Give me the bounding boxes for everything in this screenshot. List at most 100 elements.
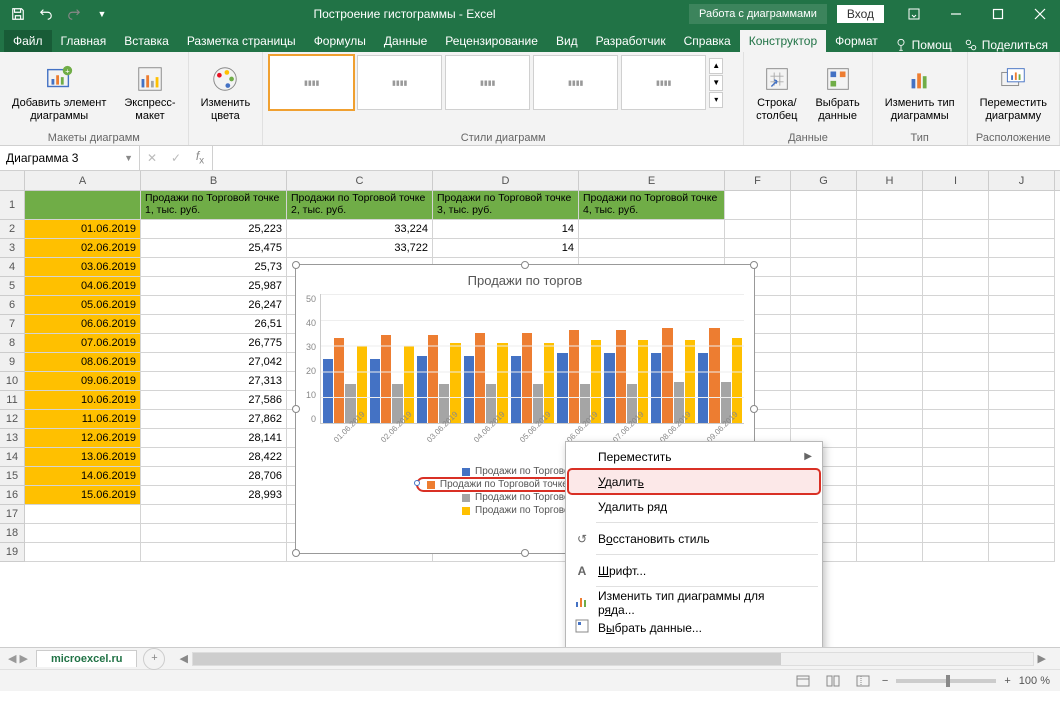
tab-справка[interactable]: Справка	[675, 30, 740, 52]
cell[interactable]	[25, 543, 141, 562]
cell[interactable]	[923, 505, 989, 524]
row-header[interactable]: 15	[0, 467, 25, 486]
cell[interactable]	[791, 239, 857, 258]
tab-вид[interactable]: Вид	[547, 30, 587, 52]
select-data-button[interactable]: Выбрать данные	[809, 55, 865, 131]
column-header[interactable]: F	[725, 171, 791, 190]
cell[interactable]	[989, 353, 1055, 372]
date-cell[interactable]: 05.06.2019	[25, 296, 141, 315]
cell[interactable]	[989, 315, 1055, 334]
date-cell[interactable]: 11.06.2019	[25, 410, 141, 429]
date-cell[interactable]: 12.06.2019	[25, 429, 141, 448]
cell[interactable]: 25,987	[141, 277, 287, 296]
ctx-font[interactable]: AШрифт...	[568, 558, 820, 583]
cell[interactable]	[857, 220, 923, 239]
cell[interactable]	[725, 220, 791, 239]
column-header[interactable]: E	[579, 171, 725, 190]
cell[interactable]	[791, 191, 857, 220]
share-button[interactable]: Поделиться	[964, 38, 1048, 52]
header-cell[interactable]: Продажи по Торговой точке 3, тыс. руб.	[433, 191, 579, 220]
tab-конструктор[interactable]: Конструктор	[740, 30, 826, 52]
cell[interactable]	[857, 410, 923, 429]
cell[interactable]	[857, 353, 923, 372]
date-cell[interactable]: 13.06.2019	[25, 448, 141, 467]
cell[interactable]	[791, 220, 857, 239]
tab-данные[interactable]: Данные	[375, 30, 436, 52]
row-header[interactable]: 17	[0, 505, 25, 524]
cell[interactable]	[923, 429, 989, 448]
cell[interactable]	[857, 524, 923, 543]
gallery-down-icon[interactable]: ▼	[709, 75, 723, 91]
style-thumb[interactable]: ▮▮▮▮	[445, 55, 530, 110]
chart-styles-gallery[interactable]: ▮▮▮▮ ▮▮▮▮ ▮▮▮▮ ▮▮▮▮ ▮▮▮▮ ▲▼▾	[269, 55, 737, 110]
cell[interactable]	[791, 391, 857, 410]
tell-me[interactable]: Помощ	[894, 38, 952, 52]
cell[interactable]	[791, 277, 857, 296]
cell[interactable]	[923, 410, 989, 429]
cell[interactable]	[579, 239, 725, 258]
minimize-icon[interactable]	[936, 0, 976, 28]
add-chart-element-button[interactable]: +Добавить элемент диаграммы	[6, 55, 112, 131]
cell[interactable]	[857, 296, 923, 315]
cell[interactable]	[141, 543, 287, 562]
gallery-up-icon[interactable]: ▲	[709, 58, 723, 74]
view-page-break-icon[interactable]	[852, 672, 874, 690]
cell[interactable]: 26,51	[141, 315, 287, 334]
cell[interactable]	[989, 334, 1055, 353]
cell[interactable]	[923, 486, 989, 505]
tab-file[interactable]: Файл	[4, 30, 52, 52]
sheet-nav-next-icon[interactable]: ▶	[19, 652, 27, 665]
cell[interactable]: 28,993	[141, 486, 287, 505]
ctx-delete-series[interactable]: Удалить ряд	[568, 494, 820, 519]
cell[interactable]	[857, 372, 923, 391]
cell[interactable]	[989, 391, 1055, 410]
tab-формулы[interactable]: Формулы	[305, 30, 375, 52]
header-cell[interactable]: Продажи по Торговой точке 2, тыс. руб.	[287, 191, 433, 220]
move-chart-button[interactable]: Переместить диаграмму	[974, 55, 1053, 131]
undo-icon[interactable]	[34, 3, 58, 25]
cell[interactable]	[989, 239, 1055, 258]
cell[interactable]	[923, 448, 989, 467]
row-header[interactable]: 12	[0, 410, 25, 429]
cell[interactable]: 25,223	[141, 220, 287, 239]
cell[interactable]	[857, 429, 923, 448]
cell[interactable]	[25, 505, 141, 524]
date-cell[interactable]: 10.06.2019	[25, 391, 141, 410]
column-header[interactable]: H	[857, 171, 923, 190]
change-colors-button[interactable]: Изменить цвета	[195, 55, 257, 131]
switch-row-col-button[interactable]: Строка/ столбец	[750, 55, 803, 131]
cell[interactable]: 25,475	[141, 239, 287, 258]
tab-разметка страницы[interactable]: Разметка страницы	[178, 30, 305, 52]
cell[interactable]	[857, 239, 923, 258]
cell[interactable]	[989, 505, 1055, 524]
cell[interactable]: 33,224	[287, 220, 433, 239]
row-header[interactable]: 16	[0, 486, 25, 505]
tab-разработчик[interactable]: Разработчик	[587, 30, 675, 52]
date-cell[interactable]: 07.06.2019	[25, 334, 141, 353]
cell[interactable]	[923, 296, 989, 315]
signin-button[interactable]: Вход	[837, 5, 884, 23]
ctx-select-data[interactable]: Выбрать данные...	[568, 615, 820, 640]
cell[interactable]	[725, 191, 791, 220]
cell[interactable]	[989, 277, 1055, 296]
cell[interactable]	[923, 543, 989, 562]
cell[interactable]	[857, 486, 923, 505]
cell[interactable]	[725, 239, 791, 258]
cell[interactable]	[923, 353, 989, 372]
cell[interactable]: 28,422	[141, 448, 287, 467]
cell[interactable]	[989, 486, 1055, 505]
cell[interactable]	[923, 524, 989, 543]
cell[interactable]: 14	[433, 239, 579, 258]
cell[interactable]	[923, 372, 989, 391]
row-header[interactable]: 7	[0, 315, 25, 334]
row-header[interactable]: 10	[0, 372, 25, 391]
qat-more-icon[interactable]: ▼	[90, 3, 114, 25]
change-chart-type-button[interactable]: Изменить тип диаграммы	[879, 55, 961, 131]
style-thumb[interactable]: ▮▮▮▮	[357, 55, 442, 110]
cell[interactable]: 28,141	[141, 429, 287, 448]
row-header[interactable]: 6	[0, 296, 25, 315]
date-cell[interactable]: 08.06.2019	[25, 353, 141, 372]
column-header[interactable]: D	[433, 171, 579, 190]
row-header[interactable]: 1	[0, 191, 25, 220]
cell[interactable]: 27,313	[141, 372, 287, 391]
